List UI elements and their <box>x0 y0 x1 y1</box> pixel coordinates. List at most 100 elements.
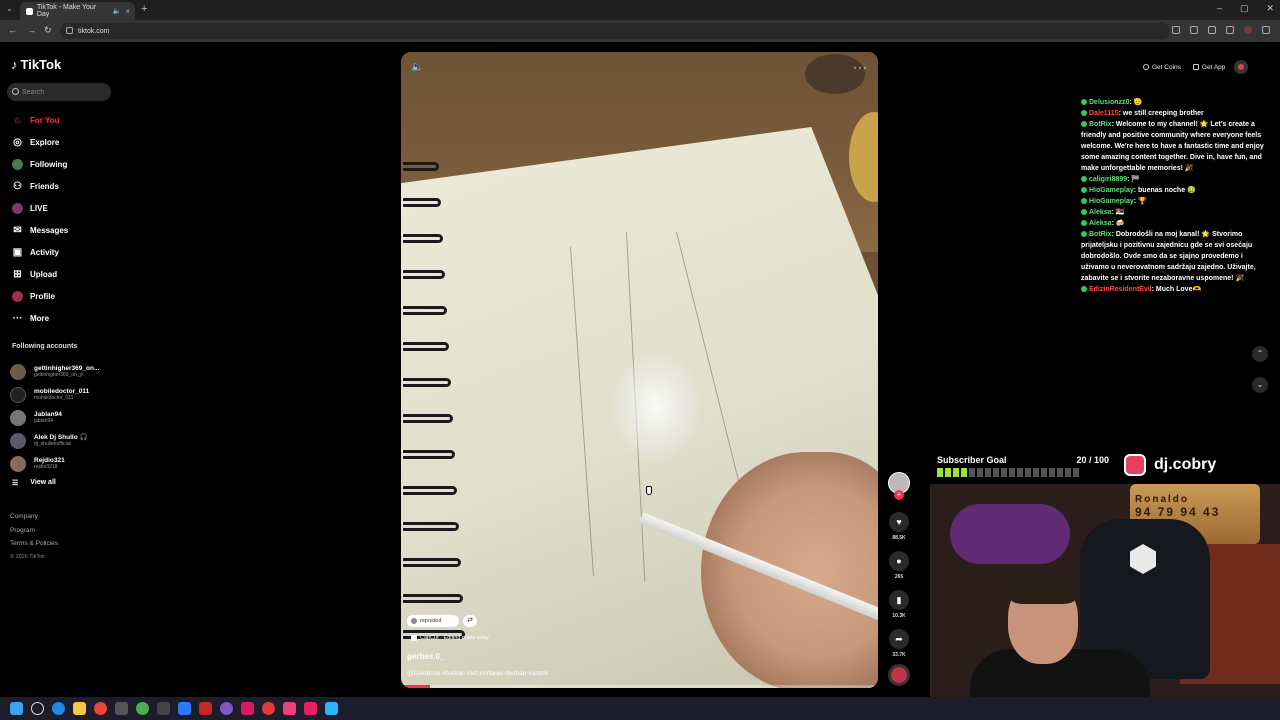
chat-message: caligiri8899: 🏁 <box>1081 174 1271 185</box>
install-app-icon[interactable] <box>1172 26 1180 34</box>
chat-text: : Welcome to my channel! 🌟 Let's create … <box>1081 121 1264 172</box>
maximize-icon[interactable]: ▢ <box>1240 3 1249 14</box>
account-name: Alek Dj Shullo 🎧 <box>34 434 88 441</box>
media-icon[interactable] <box>1226 26 1234 34</box>
nav-item-following[interactable]: Following <box>0 153 125 175</box>
new-tab-icon[interactable]: + <box>141 3 147 15</box>
obs-icon[interactable] <box>115 702 128 715</box>
browser-tab[interactable]: TikTok - Make Your Day 🔈 × <box>20 2 135 20</box>
notebook-ring <box>403 594 463 603</box>
company-link[interactable]: Company <box>10 510 58 524</box>
streamer-webcam: Ronaldo 94 79 94 43 <box>930 484 1280 697</box>
repost-icon[interactable]: ⇄ <box>463 615 477 627</box>
browser-menu-icon[interactable] <box>1262 26 1270 34</box>
video-progress-bar[interactable] <box>401 685 878 688</box>
nav-item-for-you[interactable]: ⌂ For You <box>0 109 125 131</box>
nav-item-explore[interactable]: ◎ Explore <box>0 131 125 153</box>
music-disc-icon[interactable] <box>888 664 910 686</box>
get-app-button[interactable]: Get App <box>1190 60 1229 74</box>
profile-avatar-icon[interactable] <box>1244 26 1252 34</box>
app-icon[interactable] <box>304 702 317 715</box>
video-caption[interactable]: @Dekibmw #balkan #art #crtanje #boban #a… <box>407 670 548 677</box>
url-field[interactable]: tiktok.com <box>60 23 1170 39</box>
goal-segment <box>1033 468 1039 477</box>
account-item[interactable]: Alek Dj Shullo 🎧 dj_shulleeofficial <box>10 429 122 452</box>
save-button[interactable]: ▮ 10.3K <box>889 590 909 619</box>
app-icon[interactable] <box>220 702 233 715</box>
nav-item-activity[interactable]: ▣ Activity <box>0 241 125 263</box>
tab-audio-icon[interactable]: 🔈 <box>113 7 122 15</box>
back-icon[interactable]: ← <box>8 25 17 35</box>
volume-icon[interactable]: 🔈 <box>411 62 423 73</box>
program-link[interactable]: Program <box>10 524 58 538</box>
chat-text: : Dobrodošli na moj kanal! 🌟 Stvorimo pr… <box>1081 231 1256 282</box>
account-item[interactable]: Jablan94 jablan94 <box>10 406 122 429</box>
app-icon[interactable] <box>262 702 275 715</box>
nav-label: For You <box>30 115 60 125</box>
list-icon: ☰ <box>12 480 19 487</box>
goal-segment <box>985 468 991 477</box>
chat-text: : 🏁 <box>1127 176 1141 183</box>
app-icon[interactable] <box>199 702 212 715</box>
like-button[interactable]: ♥ 88.5K <box>889 512 909 541</box>
search-input[interactable]: Search <box>7 83 111 101</box>
app-icon[interactable] <box>325 702 338 715</box>
account-item[interactable]: mobiledoctor_011 mobiledoctor_011 <box>10 383 122 406</box>
follow-plus-icon[interactable]: + <box>894 490 904 500</box>
chat-message: HioGameplay: buenas noche 🤢 <box>1081 185 1271 196</box>
like-count: 88.5K <box>892 535 906 541</box>
bookmark-star-icon[interactable] <box>1190 26 1198 34</box>
account-item[interactable]: Rejdio321 rejdio3218 <box>10 452 122 475</box>
chrome-icon[interactable] <box>94 702 107 715</box>
subscriber-goal-count: 20 / 100 <box>1076 455 1109 465</box>
save-count: 10.3K <box>892 613 906 619</box>
app-icon[interactable] <box>241 702 254 715</box>
nav-item-upload[interactable]: ⊞ Upload <box>0 263 125 285</box>
nav-label: More <box>30 313 50 323</box>
app-icon[interactable] <box>178 702 191 715</box>
video-player[interactable]: 🔈 ··· reposted ⇄ CapCut · Editing made e… <box>401 52 878 688</box>
capcut-anchor[interactable]: CapCut · Editing made easy <box>411 635 489 641</box>
view-all-link[interactable]: ☰ View all <box>12 479 56 487</box>
chat-badge-icon <box>1081 286 1087 293</box>
inbox-button[interactable] <box>1234 60 1249 74</box>
notebook-ring <box>403 486 457 495</box>
video-author[interactable]: gerbes.0_ <box>407 652 444 661</box>
share-button[interactable]: ➦ 33.7K <box>889 629 909 658</box>
scroll-down-button[interactable]: ⌄ <box>1252 377 1268 393</box>
taskbar-search-icon[interactable] <box>31 702 44 715</box>
edge-icon[interactable] <box>52 702 65 715</box>
app-icon[interactable] <box>157 702 170 715</box>
file-explorer-icon[interactable] <box>73 702 86 715</box>
comment-button[interactable]: ● 265 <box>889 551 909 580</box>
site-info-icon[interactable] <box>66 27 73 34</box>
account-handle: dj_shulleeofficial <box>34 441 71 447</box>
tiktok-logo[interactable]: ♪ TikTok <box>11 57 61 72</box>
notebook-ring <box>403 198 441 207</box>
minimize-icon[interactable]: – <box>1217 3 1222 14</box>
terms-link[interactable]: Terms & Policies <box>10 537 58 551</box>
account-item[interactable]: gettinhigher369_on... gettinhigher369_on_… <box>10 360 122 383</box>
tiktok-favicon-icon <box>26 7 33 15</box>
nav-item-more[interactable]: ··· More <box>0 307 125 329</box>
poster-stats: 94 79 94 43 <box>1135 505 1221 519</box>
tab-search-icon[interactable]: ⌄ <box>6 4 13 13</box>
get-coins-button[interactable]: Get Coins <box>1140 60 1184 74</box>
get-coins-label: Get Coins <box>1152 63 1181 71</box>
tab-close-icon[interactable]: × <box>125 7 130 16</box>
webcam-poster-text: Ronaldo 94 79 94 43 <box>1135 494 1220 519</box>
app-icon[interactable] <box>283 702 296 715</box>
nav-item-live[interactable]: LIVE <box>0 197 125 219</box>
nav-item-messages[interactable]: ✉ Messages <box>0 219 125 241</box>
app-icon[interactable] <box>136 702 149 715</box>
nav-item-profile[interactable]: Profile <box>0 285 125 307</box>
reload-icon[interactable]: ↻ <box>44 25 52 36</box>
extensions-icon[interactable] <box>1208 26 1216 34</box>
start-icon[interactable] <box>10 702 23 715</box>
more-options-icon[interactable]: ··· <box>853 60 868 74</box>
nav-item-friends[interactable]: ⚇ Friends <box>0 175 125 197</box>
chat-badge-icon <box>1081 176 1087 183</box>
scroll-up-button[interactable]: ⌃ <box>1252 346 1268 362</box>
forward-icon[interactable]: → <box>27 25 36 35</box>
close-window-icon[interactable]: ✕ <box>1266 3 1274 14</box>
